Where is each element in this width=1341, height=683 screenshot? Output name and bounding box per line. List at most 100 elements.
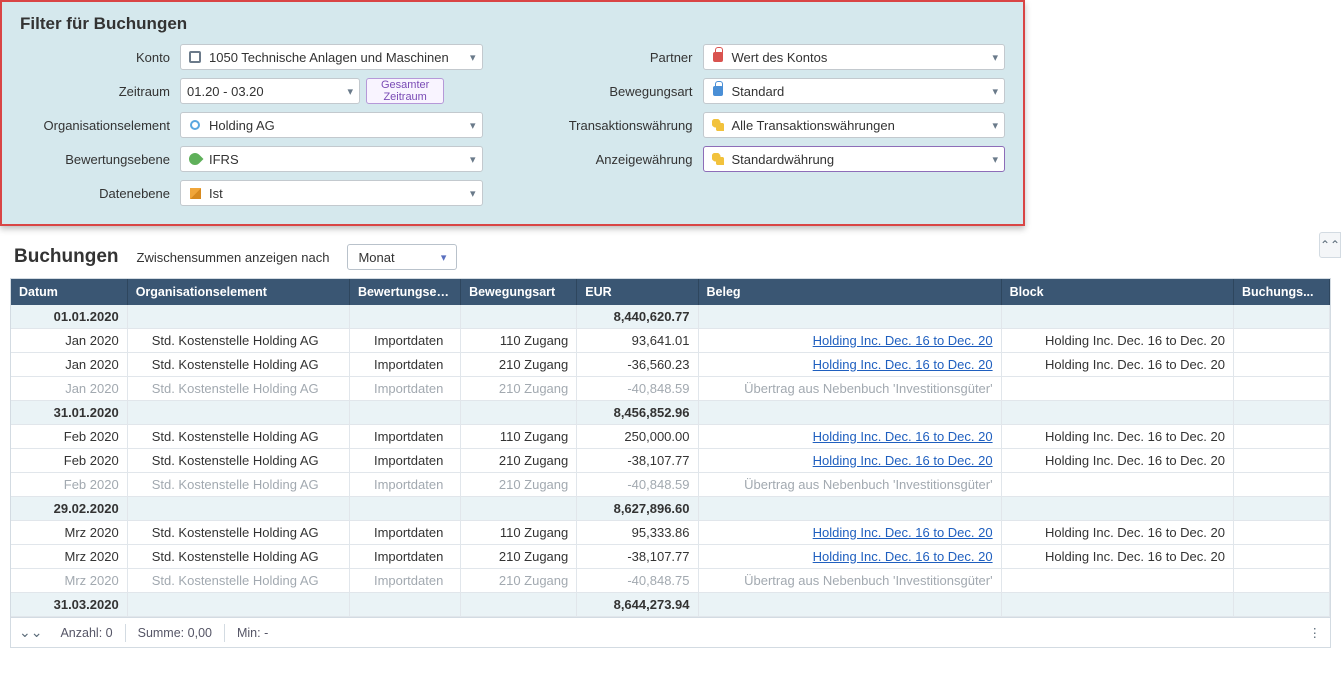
bewegung-select[interactable]: Standard ▾ [703,78,1006,104]
cell-datum: Jan 2020 [11,329,127,353]
cell-org: Std. Kostenstelle Holding AG [127,353,349,377]
konto-value: 1050 Technische Anlagen und Maschinen [209,50,449,65]
lock-icon [710,83,726,99]
table-row: Jan 2020Std. Kostenstelle Holding AGImpo… [11,353,1330,377]
chevron-down-icon: ▾ [992,51,998,64]
column-header[interactable]: Bewegungsart [461,279,577,305]
column-header[interactable]: Block [1001,279,1233,305]
org-value: Holding AG [209,118,275,133]
table-row: Mrz 2020Std. Kostenstelle Holding AGImpo… [11,545,1330,569]
cell-beleg[interactable]: Holding Inc. Dec. 16 to Dec. 20 [698,449,1001,473]
column-header[interactable]: Buchungs... [1233,279,1329,305]
bewertung-select[interactable]: IFRS ▾ [180,146,483,172]
konto-label: Konto [20,50,180,65]
cell-block [1001,377,1233,401]
table-footer: ⌄⌄ Anzahl: 0 Summe: 0,00 Min: - ⋮ [10,618,1331,648]
cell-eur: 250,000.00 [577,425,698,449]
filter-title: Filter für Buchungen [20,14,1005,34]
column-header[interactable]: EUR [577,279,698,305]
org-icon [187,117,203,133]
zeitraum-label: Zeitraum [20,84,180,99]
cell-datum: 01.01.2020 [11,305,127,329]
org-select[interactable]: Holding AG ▾ [180,112,483,138]
min-value: - [264,626,268,640]
column-header[interactable]: Datum [11,279,127,305]
cell-buchungs [1233,473,1329,497]
lock-icon [710,49,726,65]
column-header[interactable]: Organisationselement [127,279,349,305]
cell-block: Holding Inc. Dec. 16 to Dec. 20 [1001,521,1233,545]
cell-bewertung: Importdaten [349,329,460,353]
table-row: 01.01.2020 8,440,620.77 [11,305,1330,329]
column-header[interactable]: Bewertungseb... [349,279,460,305]
cell-beleg[interactable]: Holding Inc. Dec. 16 to Dec. 20 [698,521,1001,545]
cell-eur: -40,848.75 [577,569,698,593]
cell-block: Holding Inc. Dec. 16 to Dec. 20 [1001,329,1233,353]
cell-beleg: Übertrag aus Nebenbuch 'Investitionsgüte… [698,473,1001,497]
cell-eur: 8,440,620.77 [577,305,698,329]
cell-buchungs [1233,329,1329,353]
cell-bewertung: Importdaten [349,449,460,473]
daten-icon [187,185,203,201]
bewertung-label: Bewertungsebene [20,152,180,167]
cell-buchungs [1233,569,1329,593]
konto-select[interactable]: 1050 Technische Anlagen und Maschinen ▾ [180,44,483,70]
table-row: Feb 2020Std. Kostenstelle Holding AGImpo… [11,449,1330,473]
zeitraum-select[interactable]: 01.20 - 03.20 ▾ [180,78,360,104]
bewegung-label: Bewegungsart [543,84,703,99]
cell-org: Std. Kostenstelle Holding AG [127,521,349,545]
cell-org: Std. Kostenstelle Holding AG [127,473,349,497]
cell-beleg[interactable]: Holding Inc. Dec. 16 to Dec. 20 [698,353,1001,377]
cell-datum: Mrz 2020 [11,569,127,593]
cell-datum: 31.01.2020 [11,401,127,425]
gesamter-zeitraum-button[interactable]: Gesamter Zeitraum [366,78,444,104]
min-label: Min: [237,626,261,640]
expand-panel-button[interactable]: ⌃⌃ [1319,232,1341,258]
cell-bewertung: Importdaten [349,473,460,497]
table-row: Feb 2020Std. Kostenstelle Holding AGImpo… [11,425,1330,449]
section-title: Buchungen [14,246,119,268]
cell-buchungs [1233,521,1329,545]
cell-eur: 93,641.01 [577,329,698,353]
daten-value: Ist [209,186,223,201]
collapse-footer-button[interactable]: ⌄⌄ [19,624,42,641]
cell-beleg[interactable]: Holding Inc. Dec. 16 to Dec. 20 [698,545,1001,569]
buchungen-table: DatumOrganisationselementBewertungseb...… [10,278,1331,618]
cell-datum: Jan 2020 [11,377,127,401]
cell-buchungs [1233,377,1329,401]
cell-eur: -38,107.77 [577,545,698,569]
cell-org: Std. Kostenstelle Holding AG [127,329,349,353]
partner-value: Wert des Kontos [732,50,828,65]
cell-bewertung: Importdaten [349,521,460,545]
cell-eur: -40,848.59 [577,377,698,401]
table-row: Feb 2020Std. Kostenstelle Holding AGImpo… [11,473,1330,497]
org-label: Organisationselement [20,118,180,133]
cell-art: 210 Zugang [461,377,577,401]
trans-select[interactable]: Alle Transaktionswährungen ▾ [703,112,1006,138]
table-row: Jan 2020Std. Kostenstelle Holding AGImpo… [11,377,1330,401]
filter-panel: Filter für Buchungen Konto 1050 Technisc… [0,0,1025,226]
cell-eur: 95,333.86 [577,521,698,545]
cell-eur: 8,456,852.96 [577,401,698,425]
more-menu-button[interactable]: ⋮ [1309,625,1323,640]
anzahl-value: 0 [106,626,113,640]
cell-art: 110 Zugang [461,521,577,545]
table-row: Mrz 2020Std. Kostenstelle Holding AGImpo… [11,521,1330,545]
daten-select[interactable]: Ist ▾ [180,180,483,206]
anzahl-label: Anzahl: [60,626,102,640]
subtotal-value: Monat [358,250,394,265]
bewegung-value: Standard [732,84,785,99]
daten-label: Datenebene [20,186,180,201]
column-header[interactable]: Beleg [698,279,1001,305]
table-row: 29.02.20208,627,896.60 [11,497,1330,521]
cell-datum: Mrz 2020 [11,521,127,545]
partner-select[interactable]: Wert des Kontos ▾ [703,44,1006,70]
subtotal-select[interactable]: Monat ▾ [347,244,457,270]
cell-org: Std. Kostenstelle Holding AG [127,377,349,401]
cell-org: Std. Kostenstelle Holding AG [127,545,349,569]
anzeige-select[interactable]: Standardwährung ▾ [703,146,1006,172]
cell-eur: -36,560.23 [577,353,698,377]
cell-beleg[interactable]: Holding Inc. Dec. 16 to Dec. 20 [698,425,1001,449]
cell-beleg[interactable]: Holding Inc. Dec. 16 to Dec. 20 [698,329,1001,353]
cell-bewertung: Importdaten [349,377,460,401]
